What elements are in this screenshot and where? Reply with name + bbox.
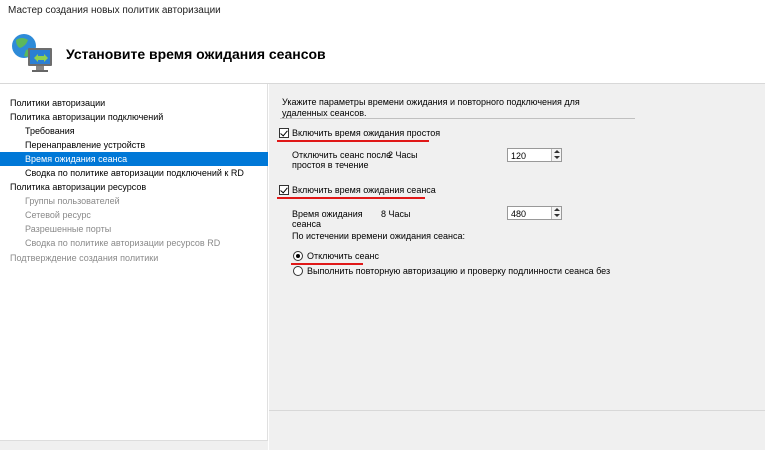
arrow-up-icon[interactable] xyxy=(554,208,560,211)
session-field-label-2: сеанса xyxy=(292,219,321,229)
nav-item-label: Сводка по политике авторизации подключен… xyxy=(25,168,244,178)
nav-item-label: Политика авторизации ресурсов xyxy=(10,182,147,192)
disconnect-session-radio[interactable] xyxy=(293,251,303,261)
session-hint: 8 Часы xyxy=(381,209,411,219)
network-policy-icon xyxy=(12,34,52,72)
session-timeout-label[interactable]: Включить время ожидания сеанса xyxy=(292,185,436,195)
nav-item-connection-policy-summary[interactable]: Сводка по политике авторизации подключен… xyxy=(25,166,254,180)
arrow-up-icon[interactable] xyxy=(554,150,560,153)
nav-item-session-timeout[interactable]: Время ожидания сеанса xyxy=(0,152,268,166)
idle-timeout-value: 120 xyxy=(511,151,527,161)
session-timeout-checkbox[interactable] xyxy=(279,185,289,195)
arrow-down-icon[interactable] xyxy=(554,156,560,159)
nav-item-user-groups: Группы пользователей xyxy=(25,194,254,208)
nav-item-label: Политика авторизации подключений xyxy=(10,112,164,122)
nav-item-allowed-ports: Разрешенные порты xyxy=(25,222,254,236)
after-timeout-label: По истечении времени ожидания сеанса: xyxy=(292,231,465,241)
session-timeout-stepper[interactable]: 480 xyxy=(507,206,562,220)
nav-item-resource-policy[interactable]: Политика авторизации ресурсов xyxy=(10,180,260,194)
wizard-header: Установите время ожидания сеансов xyxy=(0,22,765,84)
reauthorize-session-label[interactable]: Выполнить повторную авторизацию и провер… xyxy=(307,266,610,276)
window-title: Мастер создания новых политик авторизаци… xyxy=(8,5,221,16)
nav-item-label: Время ожидания сеанса xyxy=(25,154,128,164)
red-underline-annotation xyxy=(277,140,429,142)
red-underline-annotation xyxy=(291,263,363,265)
nav-item-label: Сетевой ресурс xyxy=(25,210,91,220)
idle-field-label-1: Отключить сеанс после xyxy=(292,150,392,160)
arrow-down-icon[interactable] xyxy=(554,214,560,217)
nav-item-label: Требования xyxy=(25,126,75,136)
nav-item-network-resource: Сетевой ресурс xyxy=(25,208,254,222)
nav-item-resource-policy-summary: Сводка по политике авторизации ресурсов … xyxy=(25,236,254,250)
idle-timeout-stepper[interactable]: 120 xyxy=(507,148,562,162)
disconnect-session-label[interactable]: Отключить сеанс xyxy=(307,251,379,261)
button-bar xyxy=(269,410,765,450)
idle-timeout-label[interactable]: Включить время ожидания простоя xyxy=(292,128,440,138)
red-underline-annotation xyxy=(277,197,425,199)
session-field-label-1: Время ожидания xyxy=(292,209,363,219)
stepper-arrows[interactable] xyxy=(551,207,561,219)
nav-pane-footer xyxy=(0,440,268,450)
nav-item-label: Политики авторизации xyxy=(10,98,106,108)
idle-field-label-2: простоя в течение xyxy=(292,160,369,170)
nav-item-requirements[interactable]: Требования xyxy=(25,124,254,138)
nav-item-authorization-policies[interactable]: Политики авторизации xyxy=(10,96,260,110)
nav-item-label: Подтверждение создания политики xyxy=(10,253,159,263)
idle-timeout-checkbox[interactable] xyxy=(279,128,289,138)
description-text: Укажите параметры времени ожидания и пов… xyxy=(282,97,580,118)
reauthorize-session-radio[interactable] xyxy=(293,266,303,276)
nav-item-label: Сводка по политике авторизации ресурсов … xyxy=(25,238,221,248)
nav-item-device-redirection[interactable]: Перенаправление устройств xyxy=(25,138,254,152)
title-bar: Мастер создания новых политик авторизаци… xyxy=(0,0,765,22)
idle-hint: 2 Часы xyxy=(388,150,418,160)
section-divider xyxy=(280,118,635,119)
session-timeout-value: 480 xyxy=(511,209,527,219)
nav-item-label: Перенаправление устройств xyxy=(25,140,146,150)
page-heading: Установите время ожидания сеансов xyxy=(66,46,326,62)
nav-item-label: Разрешенные порты xyxy=(25,224,112,234)
nav-item-label: Группы пользователей xyxy=(25,196,120,206)
stepper-arrows[interactable] xyxy=(551,149,561,161)
nav-item-connection-policy[interactable]: Политика авторизации подключений xyxy=(10,110,260,124)
nav-item-confirmation: Подтверждение создания политики xyxy=(10,251,260,265)
